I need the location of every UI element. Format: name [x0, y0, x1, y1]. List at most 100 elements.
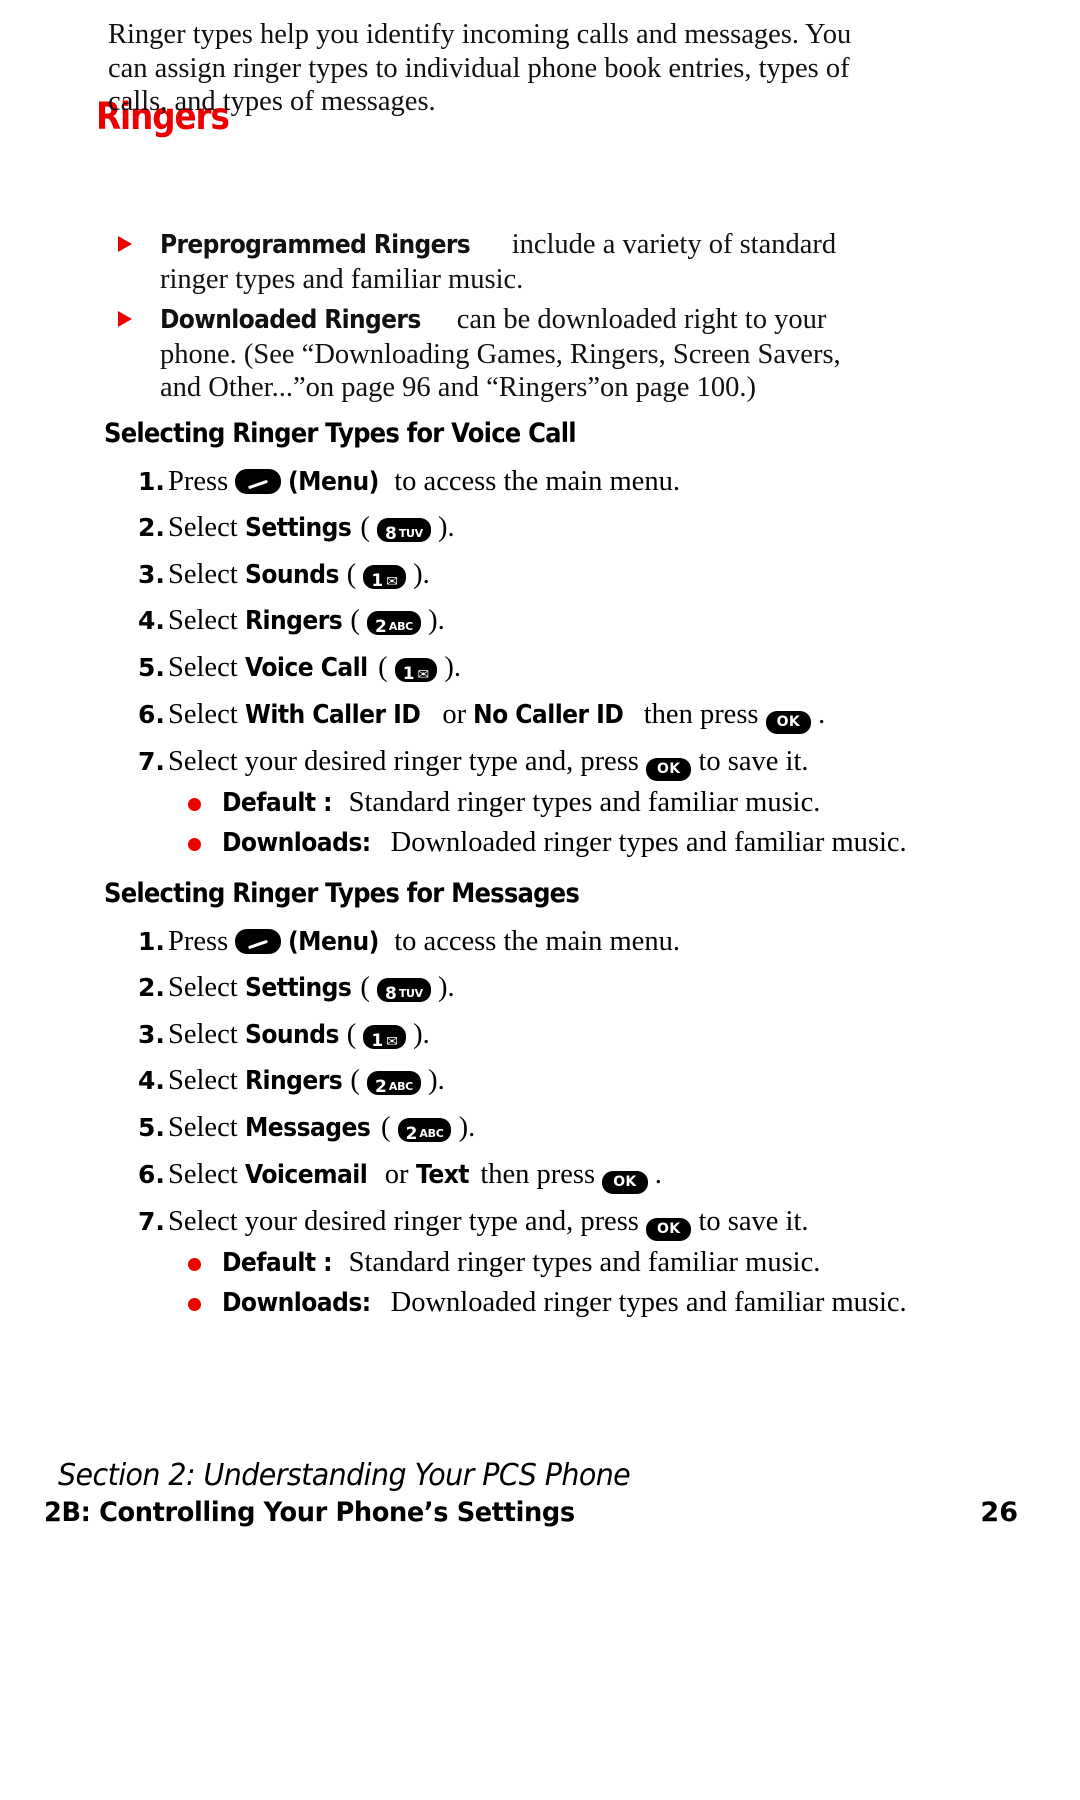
step-bold-label: (Menu) [288, 927, 380, 957]
paren-close: ). [413, 559, 430, 590]
dot-bullet-text: Standard ringer types and familiar music… [341, 787, 821, 818]
dot-bullet-item: Default : Standard ringer types and fami… [188, 1246, 988, 1280]
key-letters: ABC [388, 620, 413, 633]
dot-bullet-text: Downloaded ringer types and familiar mus… [383, 827, 907, 858]
round-bullet-icon [188, 798, 201, 811]
paren-close: ). [444, 652, 462, 683]
step-text-tail: to save it. [691, 1206, 809, 1237]
ok-key-icon: OK [765, 711, 811, 734]
dot-bullet-item: Downloads: Downloaded ringer types and f… [188, 826, 988, 860]
step-number: 5. [138, 653, 165, 682]
arrow-bullet-item: Preprogrammed Ringers include a variety … [118, 228, 888, 296]
keypad-key-1-icon: 1 ✉ [394, 658, 438, 684]
step-number: 4. [138, 1066, 165, 1095]
footer-section-label: Section 2: Understanding Your PCS Phone [58, 1458, 631, 1493]
step-number: 1. [138, 927, 165, 956]
step-number: 6. [138, 700, 165, 729]
step-number: 6. [138, 1160, 165, 1189]
keypad-key-2-icon: 2 ABC [397, 1118, 452, 1144]
step-text: Select [168, 652, 245, 683]
paren-close: ). [428, 605, 445, 636]
key-digit: 8 [384, 984, 397, 1004]
dot-bullet-lead: Default : [222, 1248, 333, 1278]
step-text-2: then press [636, 699, 766, 730]
step-bold-label: Settings [244, 513, 352, 543]
step-item: 4. Select Ringers( 2 ABC ). [138, 604, 958, 638]
round-bullet-icon [188, 838, 201, 851]
step-bold-label: Ringers [244, 1066, 343, 1096]
keypad-key-2-icon: 2 ABC [367, 611, 421, 637]
step-bold-label-2: No Caller ID [473, 700, 624, 730]
arrow-bullet-item: Downloaded Ringers can be downloaded rig… [118, 303, 888, 405]
envelope-icon: ✉ [386, 1034, 398, 1050]
keypad-key-8-icon: 8 TUV [376, 518, 431, 544]
paren-open: ( [346, 1019, 357, 1050]
step-number: 7. [138, 747, 165, 776]
section-heading-messages: Selecting Ringer Types for Messages [104, 878, 580, 909]
step-conjunction: or [435, 699, 474, 730]
step-number: 3. [138, 1020, 165, 1049]
step-number: 1. [138, 467, 165, 496]
round-bullet-icon [188, 1298, 201, 1311]
paren-close: ). [438, 972, 455, 1003]
step-bold-label: Sounds [244, 1020, 339, 1050]
step-number: 4. [138, 606, 165, 635]
dot-bullet-lead: Downloads: [222, 1288, 371, 1318]
menu-key-icon [235, 929, 282, 954]
step-item: 2. Select Settings ( 8 TUV ). [138, 971, 958, 1005]
step-text: Select [168, 699, 245, 730]
step-text-tail: . [647, 1159, 662, 1190]
step-text-2: then press [473, 1159, 603, 1190]
step-text: Select your desired ringer type and, pre… [168, 1206, 647, 1237]
ok-key-icon: OK [602, 1171, 648, 1194]
dot-bullet-text: Downloaded ringer types and familiar mus… [383, 1287, 907, 1318]
arrow-bullet-lead: Downloaded Ringers [160, 305, 421, 335]
key-letters: ABC [388, 1080, 413, 1093]
key-letters: ABC [419, 1127, 444, 1140]
keypad-key-1-icon: 1 ✉ [363, 1025, 406, 1051]
paren-open: ( [346, 559, 357, 590]
keypad-key-1-icon: 1 ✉ [363, 565, 406, 591]
step-bold-label: Voice Call [244, 653, 368, 683]
step-text-tail: to save it. [691, 746, 809, 777]
paren-open: ( [360, 972, 370, 1003]
triangle-bullet-icon [118, 236, 132, 252]
key-digit: 1 [371, 571, 384, 591]
step-text: Select [168, 605, 245, 636]
dot-bullet-text: Standard ringer types and familiar music… [341, 1247, 821, 1278]
step-bold-label: Settings [244, 973, 352, 1003]
step-item: 1. Press (Menu) to access the main menu. [138, 465, 958, 499]
key-letters: TUV [398, 987, 423, 1000]
key-digit: 2 [375, 617, 387, 637]
arrow-bullet-lead: Preprogrammed Ringers [160, 230, 471, 260]
page-number: 26 [980, 1497, 1018, 1528]
step-bold-label: Sounds [244, 560, 339, 590]
keypad-key-8-icon: 8 TUV [376, 978, 431, 1004]
step-bold-label: Ringers [244, 606, 343, 636]
key-digit: 1 [371, 1031, 384, 1051]
step-item: 2. Select Settings ( 8 TUV ). [138, 511, 958, 545]
step-text: Select your desired ringer type and, pre… [168, 746, 647, 777]
intro-paragraph: Ringer types help you identify incoming … [108, 19, 852, 117]
step-text: Select [168, 1065, 245, 1096]
key-digit: 1 [402, 664, 415, 684]
key-digit: 2 [405, 1124, 418, 1144]
step-text: Select [168, 1159, 245, 1190]
ok-key-icon: OK [646, 758, 692, 781]
key-digit: 8 [384, 524, 397, 544]
step-text: Select [168, 512, 245, 543]
step-text-tail: to access the main menu. [387, 926, 680, 957]
step-bold-label-2: Text [415, 1160, 469, 1190]
paren-open: ( [378, 652, 388, 683]
step-text: Select [168, 559, 245, 590]
step-number: 5. [138, 1113, 165, 1142]
paren-close: ). [438, 512, 455, 543]
envelope-icon: ✉ [386, 574, 398, 590]
dot-bullet-item: Downloads: Downloaded ringer types and f… [188, 1286, 988, 1320]
dot-bullet-lead: Downloads: [222, 828, 371, 858]
step-item: 3. Select Sounds( 1 ✉ ). [138, 1018, 958, 1052]
step-item: 6. Select With Caller ID or No Caller ID … [138, 698, 958, 734]
paren-close: ). [428, 1065, 445, 1096]
step-item: 5. Select Voice Call ( 1 ✉ ). [138, 651, 958, 685]
step-text-tail: . [811, 699, 826, 730]
